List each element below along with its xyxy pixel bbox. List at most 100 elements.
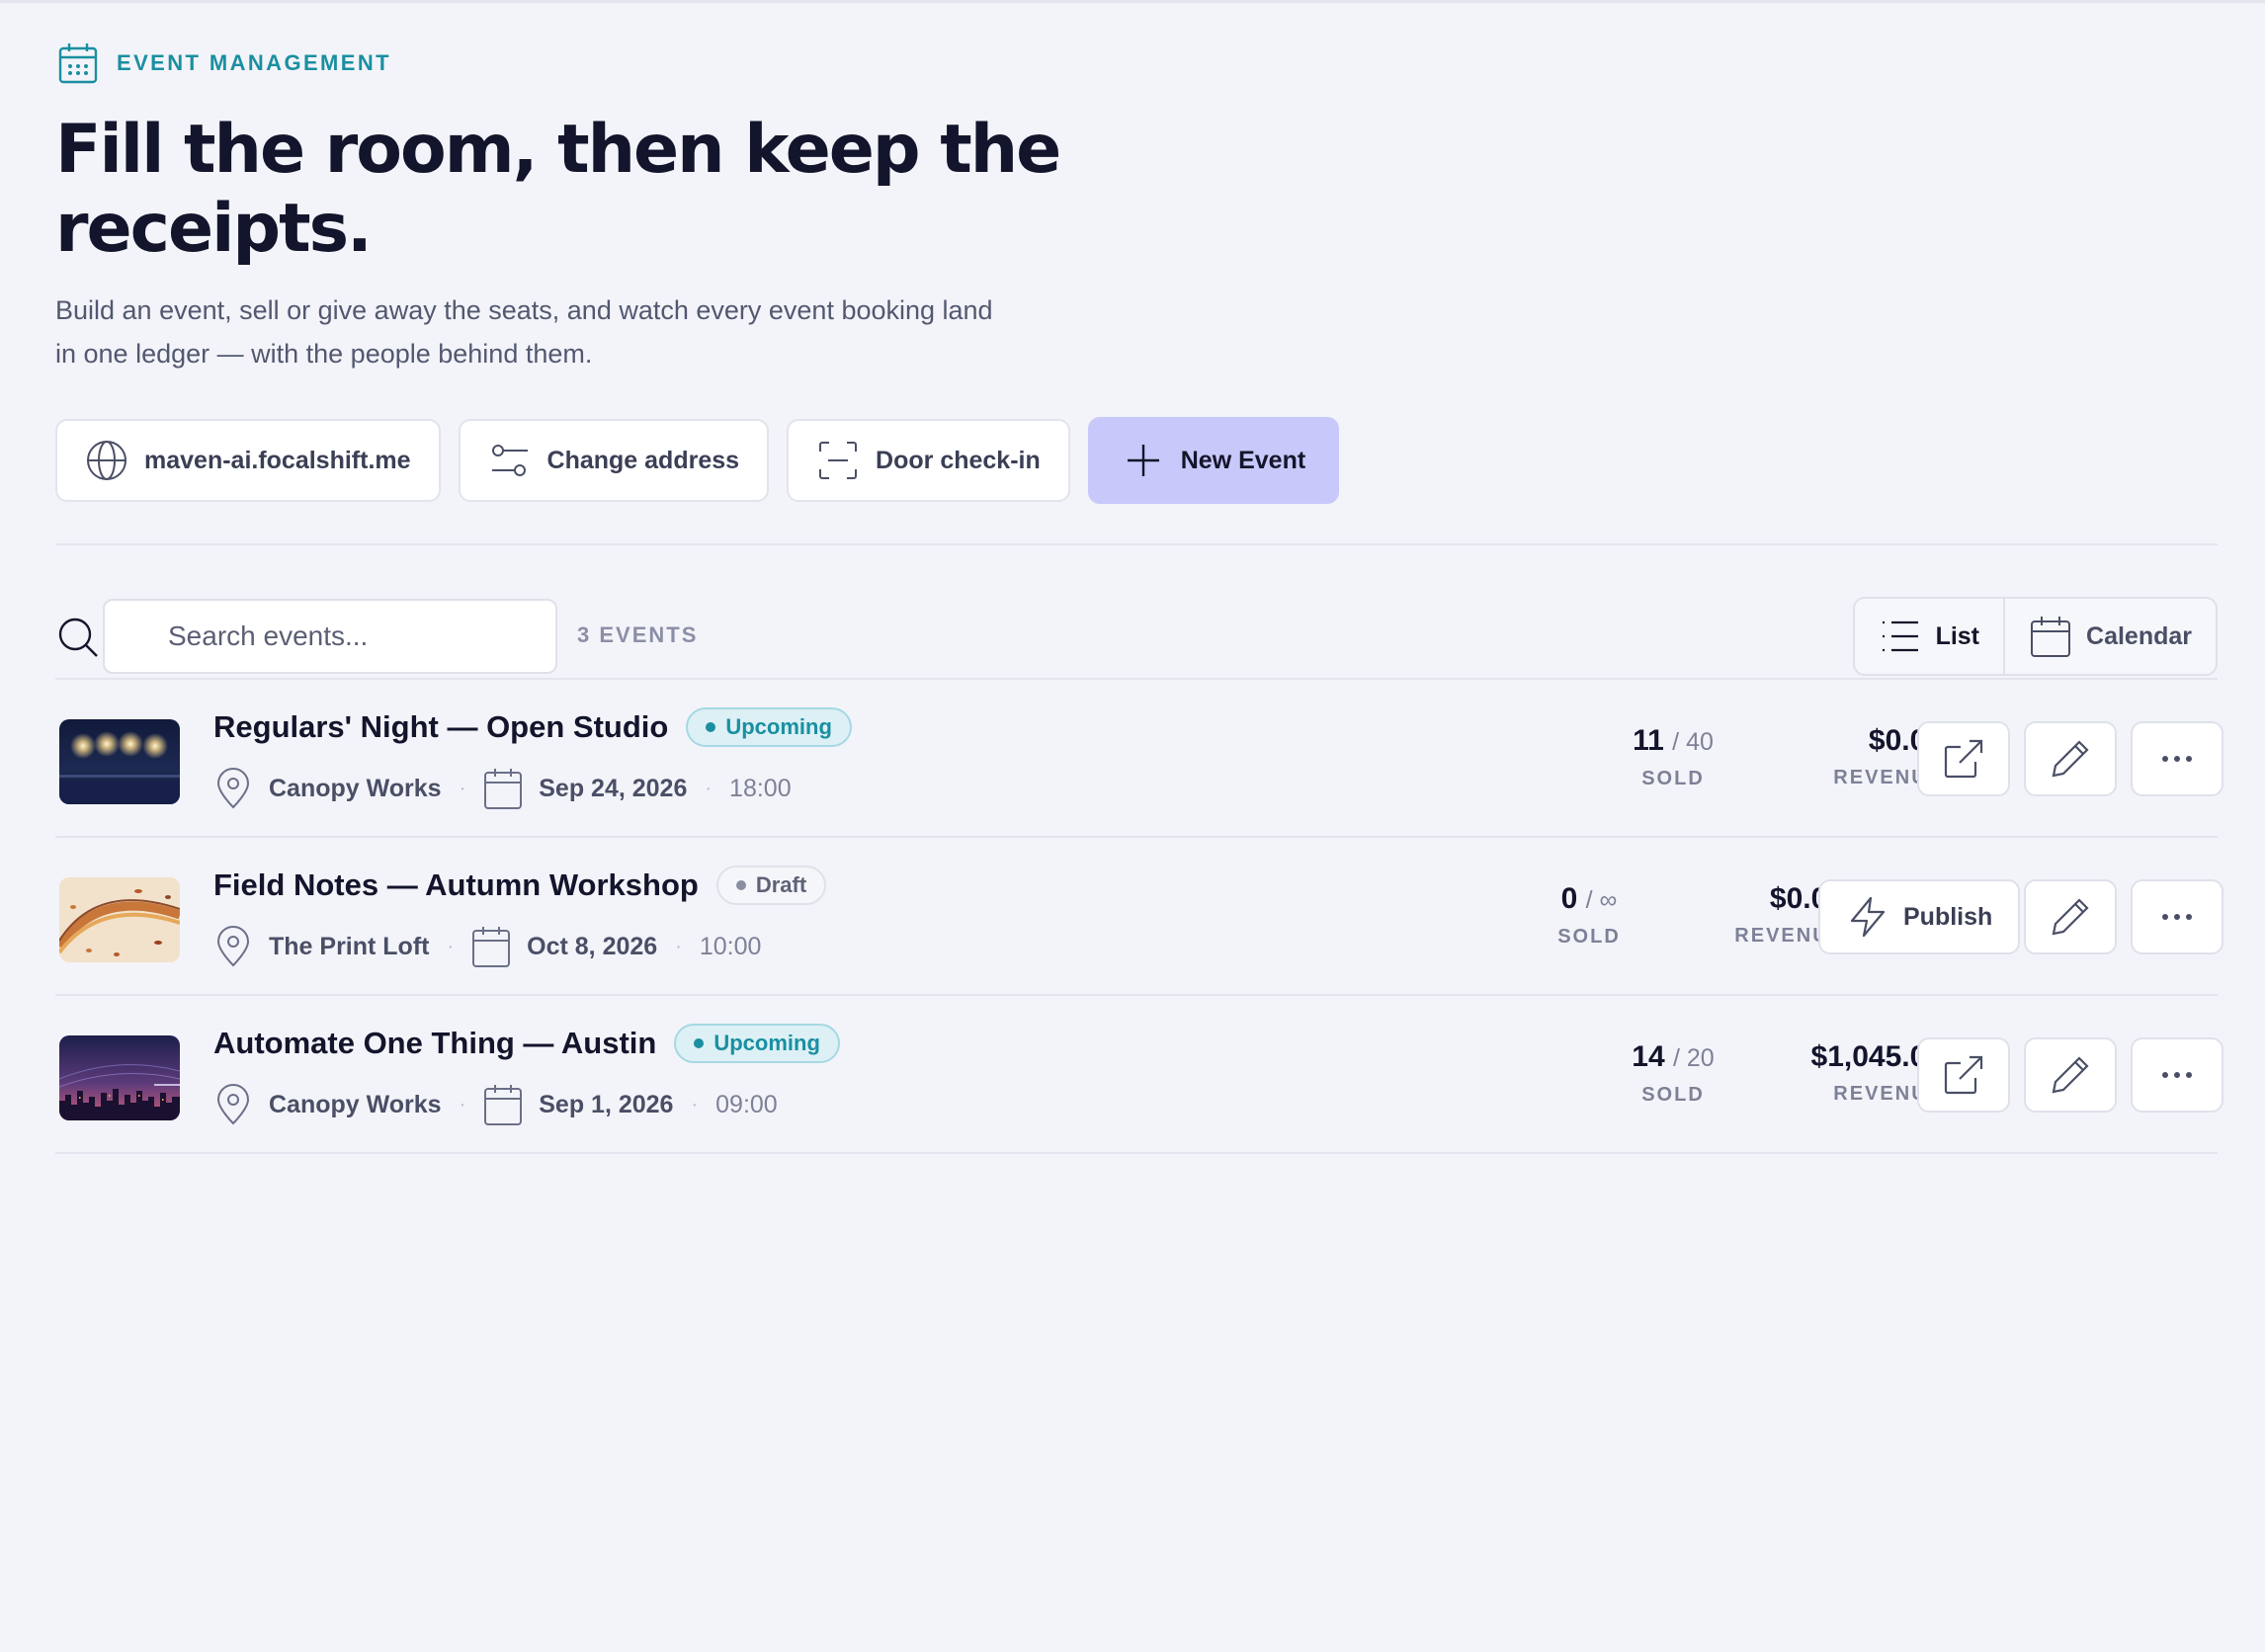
more-options-button[interactable] [2131,879,2223,954]
meta-separator: · [705,777,713,799]
list-icon [1882,620,1918,652]
pencil-icon [2052,898,2089,936]
door-checkin-button[interactable]: Door check-in [787,419,1070,502]
meta-separator: · [691,1093,699,1115]
open-external-button[interactable] [1917,721,2010,796]
pencil-icon [2052,1056,2089,1094]
top-border [0,0,2265,3]
calendar-icon [484,769,523,809]
sliders-icon [491,445,528,476]
search-input[interactable] [103,599,557,674]
calendar-icon [472,927,511,967]
page-title-line-1: Fill the room, then keep the [55,111,1061,189]
view-list-button[interactable]: List [1855,599,2006,674]
event-meta: Canopy Works · Sep 1, 2026 · 09:00 [213,1083,778,1126]
status-label: Draft [755,872,807,897]
event-time: 18:00 [729,774,792,802]
sold-value: 11 / 40 [1609,723,1737,760]
change-address-label: Change address [546,446,740,474]
event-thumbnail [59,719,180,804]
section-eyebrow: EVENT MANAGEMENT [57,41,391,85]
page-title: Fill the room, then keep the receipts. [55,111,1142,269]
meta-separator: · [459,1093,466,1115]
capacity: / ∞ [1585,886,1618,914]
event-date: Sep 24, 2026 [539,774,688,802]
event-name[interactable]: Automate One Thing — Austin [213,1026,656,1061]
event-date: Oct 8, 2026 [527,932,658,960]
map-pin-icon [216,926,250,967]
more-options-button[interactable] [2131,721,2223,796]
page-title-line-2: receipts. [55,190,373,268]
revenue-label: REVENUE [1833,767,1943,788]
status-dot [694,1038,705,1048]
door-checkin-label: Door check-in [876,446,1041,474]
edit-button[interactable] [2024,1037,2117,1113]
change-address-button[interactable]: Change address [458,419,770,502]
revenue-label: REVENUE [1734,925,1844,947]
eyebrow-label: EVENT MANAGEMENT [117,50,391,75]
status-dot [706,722,716,732]
revenue-stat: $0.00 REVENUE [1765,723,1943,789]
header-actions: maven-ai.focalshift.me Change address Do… [55,417,1340,504]
revenue-stat: $0.00 REVENUE [1666,881,1844,948]
sold-stat: 11 / 40 SOLD [1609,723,1737,790]
open-external-button[interactable] [1917,1037,2010,1113]
globe-icon [87,441,126,480]
sold-value: 14 / 20 [1609,1039,1737,1076]
external-link-icon [1944,1055,1983,1095]
capacity: / 20 [1673,1044,1715,1072]
scan-icon [819,442,858,479]
view-toggle: List Calendar [1852,597,2218,676]
event-title-row: Automate One Thing — Austin Upcoming [213,1024,840,1063]
external-link-icon [1944,739,1983,779]
list-toolbar: 3 EVENTS List Calendar [55,597,2218,676]
edit-button[interactable] [2024,879,2117,954]
page-subtitle-line-1: Build an event, sell or give away the se… [55,295,993,325]
event-thumbnail [59,877,180,962]
event-row[interactable]: Field Notes — Autumn Workshop Draft The … [55,838,2223,996]
view-calendar-button[interactable]: Calendar [2005,599,2216,674]
pencil-icon [2052,740,2089,778]
domain-label: maven-ai.focalshift.me [144,446,411,474]
more-options-button[interactable] [2131,1037,2223,1113]
status-badge: Draft [715,866,827,905]
new-event-button[interactable]: New Event [1087,417,1340,504]
event-count: 3 EVENTS [577,622,699,647]
map-pin-icon [216,1084,250,1125]
city-skyline-image [59,1035,180,1120]
meta-separator: · [675,935,682,957]
publish-button[interactable]: Publish [1818,879,2021,954]
view-list-label: List [1935,621,1980,650]
edit-button[interactable] [2024,721,2117,796]
sold-count: 0 [1560,882,1578,915]
revenue-label: REVENUE [1833,1083,1943,1105]
status-badge: Upcoming [674,1024,840,1063]
capacity: / 40 [1672,728,1714,756]
sold-count: 11 [1633,724,1664,757]
event-meta: Canopy Works · Sep 24, 2026 · 18:00 [213,767,792,810]
event-title-row: Field Notes — Autumn Workshop Draft [213,866,827,905]
lightning-icon [1850,896,1886,938]
event-name[interactable]: Field Notes — Autumn Workshop [213,867,699,903]
meta-separator: · [459,777,466,799]
status-dot [735,880,746,890]
more-horizontal-icon [2162,914,2192,920]
event-row[interactable]: Regulars' Night — Open Studio Upcoming C… [55,680,2223,838]
revenue-value: $1,045.00 [1810,1040,1943,1073]
sold-label: SOLD [1641,1084,1705,1106]
search-icon [58,618,98,657]
event-time: 09:00 [715,1090,778,1118]
calendar-icon [58,43,98,84]
event-meta: The Print Loft · Oct 8, 2026 · 10:00 [213,925,761,968]
more-horizontal-icon [2162,1072,2192,1078]
sold-stat: 14 / 20 SOLD [1609,1039,1737,1107]
event-date: Sep 1, 2026 [539,1090,674,1118]
page-subtitle: Build an event, sell or give away the se… [55,289,1123,375]
domain-button[interactable]: maven-ai.focalshift.me [55,419,441,502]
event-row[interactable]: Automate One Thing — Austin Upcoming Can… [55,996,2223,1154]
view-calendar-label: Calendar [2086,621,2192,650]
autumn-leaves-image [59,877,180,962]
revenue-value: $0.00 [1769,882,1844,915]
event-name[interactable]: Regulars' Night — Open Studio [213,709,668,745]
event-venue: The Print Loft [269,932,430,960]
